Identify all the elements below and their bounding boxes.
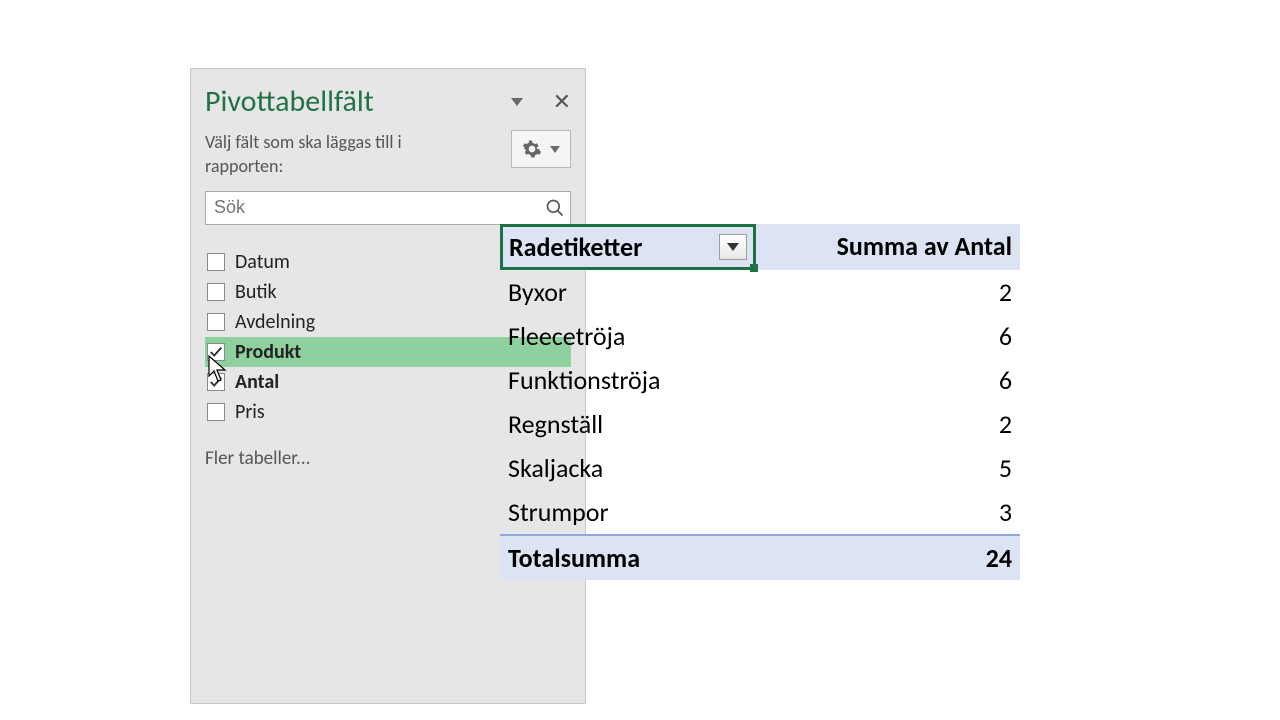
panel-header-controls: ✕ [511, 88, 571, 115]
row-labels-header-cell[interactable]: Radetiketter [500, 224, 756, 270]
pivot-data-row: Skaljacka5 [500, 446, 1020, 490]
selection-handle-icon[interactable] [750, 264, 758, 272]
filter-button[interactable] [719, 234, 747, 260]
pivot-row-label: Funktionströja [500, 358, 756, 402]
pivot-row-label: Byxor [500, 270, 756, 314]
pivot-data-row: Regnställ2 [500, 402, 1020, 446]
settings-button[interactable] [511, 130, 571, 168]
checkbox[interactable] [207, 373, 225, 391]
panel-title: Pivottabellfält [205, 83, 374, 120]
total-label: Totalsumma [500, 536, 756, 580]
close-icon[interactable]: ✕ [553, 88, 571, 115]
pivot-data-row: Strumpor3 [500, 490, 1020, 534]
search-box [205, 191, 571, 225]
checkbox[interactable] [207, 403, 225, 421]
pivot-row-label: Regnställ [500, 402, 756, 446]
total-value: 24 [756, 536, 1020, 580]
pivot-total-row: Totalsumma 24 [500, 534, 1020, 580]
pivot-row-value: 6 [756, 314, 1020, 358]
chevron-down-icon [550, 146, 560, 153]
field-label: Butik [235, 280, 277, 304]
values-header-cell: Summa av Antal [756, 224, 1020, 270]
chevron-down-icon [727, 243, 739, 251]
pivot-header-row: Radetiketter Summa av Antal [500, 224, 1020, 270]
row-labels-header-text: Radetiketter [509, 231, 642, 263]
search-icon [545, 198, 565, 218]
pivot-row-label: Fleecetröja [500, 314, 756, 358]
pivot-row-value: 3 [756, 490, 1020, 534]
checkbox[interactable] [207, 343, 225, 361]
field-label: Avdelning [235, 310, 315, 334]
pivot-row-value: 2 [756, 270, 1020, 314]
pivot-table: Radetiketter Summa av Antal Byxor2Fleece… [500, 224, 1020, 580]
pivot-data-row: Funktionströja6 [500, 358, 1020, 402]
panel-dropdown-icon[interactable] [511, 98, 523, 106]
checkbox[interactable] [207, 313, 225, 331]
gear-icon [522, 139, 542, 159]
pivot-row-value: 2 [756, 402, 1020, 446]
field-label: Datum [235, 250, 290, 274]
field-label: Antal [235, 370, 279, 394]
pivot-row-value: 6 [756, 358, 1020, 402]
field-label: Produkt [235, 340, 301, 364]
pivot-row-value: 5 [756, 446, 1020, 490]
pivot-body: Byxor2Fleecetröja6Funktionströja6Regnstä… [500, 270, 1020, 534]
pivot-data-row: Fleecetröja6 [500, 314, 1020, 358]
checkbox[interactable] [207, 283, 225, 301]
panel-subheader-row: Välj fält som ska läggas till i rapporte… [205, 130, 571, 179]
panel-subtitle: Välj fält som ska läggas till i rapporte… [205, 130, 435, 179]
panel-header: Pivottabellfält ✕ [205, 83, 571, 120]
field-label: Pris [235, 400, 265, 424]
pivot-row-label: Strumpor [500, 490, 756, 534]
checkbox[interactable] [207, 253, 225, 271]
pivot-data-row: Byxor2 [500, 270, 1020, 314]
search-input[interactable] [205, 191, 571, 225]
pivot-row-label: Skaljacka [500, 446, 756, 490]
